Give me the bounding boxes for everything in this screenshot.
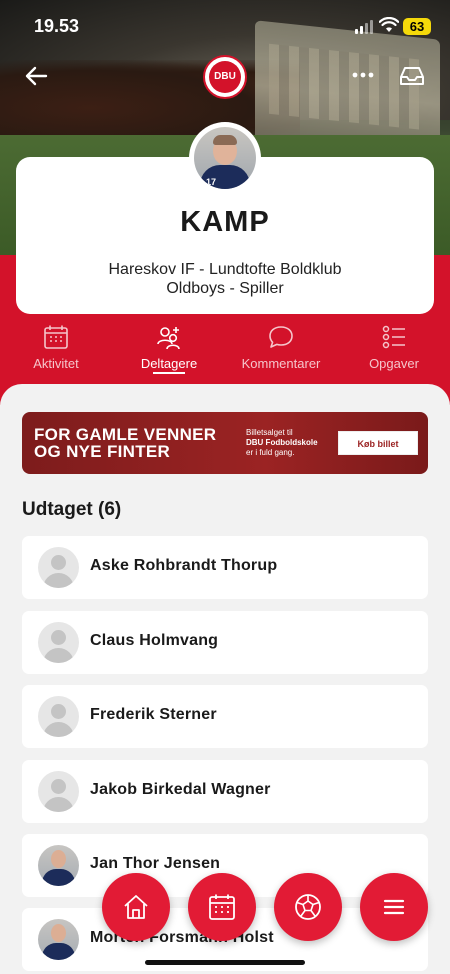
status-time: 19.53	[34, 16, 80, 36]
participant-name: Aske Rohbrandt Thorup	[90, 557, 278, 574]
football-button[interactable]	[274, 873, 342, 941]
status-bar: 19.53 63	[0, 0, 450, 52]
back-arrow-icon[interactable]	[22, 63, 50, 89]
menu-button[interactable]	[360, 873, 428, 941]
avatar-photo	[38, 845, 79, 886]
wifi-icon	[379, 17, 399, 32]
banner-description: Billetsalget til DBU Fodboldskole er i f…	[246, 428, 318, 458]
home-icon	[124, 895, 148, 919]
tab-opgaver[interactable]: Opgaver	[338, 322, 450, 378]
top-navigation: DBU	[0, 55, 450, 99]
promo-banner[interactable]: FOR GAMLE VENNER OG NYE FINTER Billetsal…	[22, 412, 428, 474]
avatar-placeholder	[38, 696, 79, 737]
buy-ticket-button[interactable]: Køb billet	[338, 431, 418, 455]
club-logo: DBU	[203, 55, 247, 99]
banner-desc-line1: Billetsalget til	[246, 428, 293, 437]
participant-name: Frederik Sterner	[90, 706, 217, 723]
cellular-signal-icon	[355, 20, 373, 34]
event-team-role: Oldboys - Spiller	[166, 280, 284, 297]
banner-headline-line2: OG NYE FINTER	[34, 442, 171, 461]
home-indicator	[145, 960, 305, 965]
home-button[interactable]	[102, 873, 170, 941]
participant-row[interactable]: Jakob Birkedal Wagner	[22, 760, 428, 823]
inbox-icon[interactable]	[398, 65, 426, 87]
event-match: Hareskov IF - Lundtofte Boldklub	[108, 261, 342, 278]
event-title: KAMP	[180, 206, 270, 238]
calendar-icon	[44, 325, 68, 349]
menu-icon	[383, 899, 405, 915]
tab-opgaver-label: Opgaver	[369, 356, 419, 371]
tab-deltagere[interactable]: Deltagere	[113, 322, 225, 378]
avatar-placeholder	[38, 622, 79, 663]
participant-name: Jakob Birkedal Wagner	[90, 781, 271, 798]
participant-name: Jan Thor Jensen	[90, 855, 221, 872]
avatar-photo	[38, 919, 79, 960]
avatar-placeholder	[38, 771, 79, 812]
participant-row[interactable]: Claus Holmvang	[22, 611, 428, 674]
participant-row[interactable]: Aske Rohbrandt Thorup	[22, 536, 428, 599]
club-logo-text: DBU	[209, 61, 241, 93]
banner-desc-line3: er i fuld gang.	[246, 448, 295, 457]
comment-icon	[269, 326, 293, 348]
tab-aktivitet[interactable]: Aktivitet	[0, 322, 112, 378]
battery-indicator: 63	[403, 18, 431, 35]
more-options-icon[interactable]	[350, 65, 376, 85]
banner-headline: FOR GAMLE VENNER OG NYE FINTER	[34, 426, 216, 460]
user-avatar[interactable]: 17	[189, 122, 261, 194]
tab-kommentarer-label: Kommentarer	[241, 356, 321, 371]
active-tab-indicator	[153, 372, 185, 374]
tab-kommentarer[interactable]: Kommentarer	[225, 322, 337, 378]
section-title: Udtaget (6)	[22, 499, 122, 520]
tab-aktivitet-label: Aktivitet	[33, 356, 79, 371]
avatar-placeholder	[38, 547, 79, 588]
participant-row[interactable]: Frederik Sterner	[22, 685, 428, 748]
tab-bar: Aktivitet Deltagere Kommentarer Opgaver	[0, 322, 450, 382]
calendar-icon	[209, 894, 235, 920]
participants-icon	[157, 327, 180, 350]
tasks-icon	[382, 325, 405, 349]
banner-desc-line2: DBU Fodboldskole	[246, 438, 318, 447]
tab-deltagere-label: Deltagere	[140, 356, 198, 371]
calendar-button[interactable]	[188, 873, 256, 941]
participant-name: Claus Holmvang	[90, 632, 219, 649]
football-icon	[295, 894, 321, 920]
user-avatar-photo: 17	[194, 127, 256, 189]
